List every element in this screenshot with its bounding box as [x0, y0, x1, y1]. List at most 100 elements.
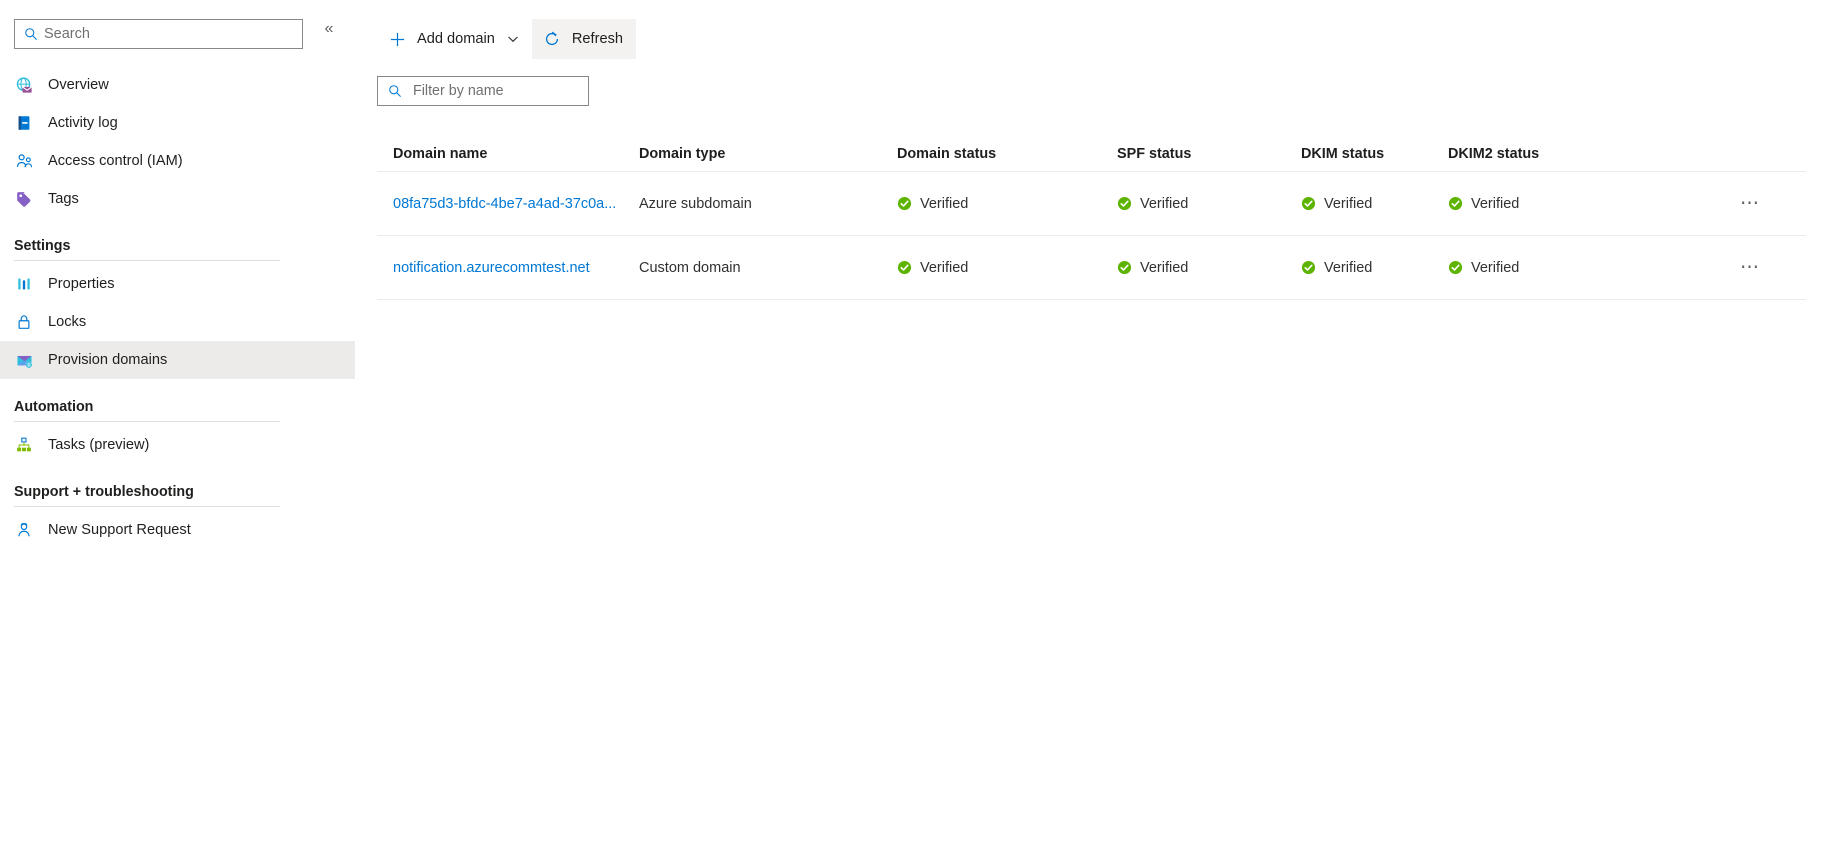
status-label: Verified — [1471, 259, 1520, 276]
cell-spf-status: Verified — [1117, 260, 1301, 276]
sidebar-item-provision-domains[interactable]: Provision domains — [0, 341, 355, 379]
cell-spf-status: Verified — [1117, 196, 1301, 212]
add-domain-label: Add domain — [417, 31, 495, 47]
column-header-dkim2-status[interactable]: DKIM2 status — [1448, 146, 1706, 162]
properties-icon — [14, 274, 34, 294]
sidebar-item-new-support-request[interactable]: New Support Request — [0, 511, 355, 549]
verified-check-icon — [1301, 196, 1316, 211]
sidebar-group-title: Support + troubleshooting — [14, 484, 194, 500]
tasks-icon — [14, 435, 34, 455]
verified-check-icon — [897, 260, 912, 275]
sidebar-item-locks[interactable]: Locks — [0, 303, 355, 341]
sidebar-item-tags[interactable]: Tags — [0, 180, 355, 218]
status-label: Verified — [920, 195, 969, 212]
search-input[interactable] — [44, 26, 274, 42]
column-header-domain-name[interactable]: Domain name — [377, 146, 639, 162]
row-context-menu-button[interactable]: ⋯ — [1734, 190, 1767, 217]
cell-dkim-status: Verified — [1301, 260, 1448, 276]
tags-icon — [14, 189, 34, 209]
chevron-down-icon[interactable] — [507, 33, 519, 45]
cell-actions: ⋯ — [1706, 254, 1806, 281]
verified-check-icon — [1117, 260, 1132, 275]
sidebar-search-row — [0, 16, 355, 52]
filter-row — [377, 76, 1828, 106]
divider — [14, 506, 280, 507]
sidebar-item-label: New Support Request — [48, 522, 191, 538]
azure-portal-page: « Overview — [0, 0, 1828, 860]
sidebar-item-tasks[interactable]: Tasks (preview) — [0, 426, 355, 464]
sidebar-item-label: Properties — [48, 276, 115, 292]
column-header-dkim-status[interactable]: DKIM status — [1301, 146, 1448, 162]
refresh-icon — [542, 29, 562, 49]
verified-check-icon — [1448, 260, 1463, 275]
provision-domains-icon — [14, 350, 34, 370]
cell-domain-status: Verified — [897, 260, 1117, 276]
sidebar-collapse-button[interactable]: « — [318, 18, 340, 40]
status-label: Verified — [920, 259, 969, 276]
overview-icon — [14, 75, 34, 95]
column-header-spf-status[interactable]: SPF status — [1117, 146, 1301, 162]
search-icon — [388, 84, 402, 98]
cell-domain-name: notification.azurecommtest.net — [377, 260, 639, 276]
sidebar-group-support: Support + troubleshooting — [0, 484, 355, 507]
status-label: Verified — [1324, 259, 1373, 276]
status-label: Verified — [1324, 195, 1373, 212]
sidebar-item-overview[interactable]: Overview — [0, 66, 355, 104]
status-label: Verified — [1140, 195, 1189, 212]
cell-domain-type: Custom domain — [639, 259, 741, 276]
sidebar-item-label: Tags — [48, 191, 79, 207]
row-context-menu-button[interactable]: ⋯ — [1734, 254, 1767, 281]
cell-dkim-status: Verified — [1301, 196, 1448, 212]
sidebar-group-automation: Automation — [0, 399, 355, 422]
column-header-domain-type[interactable]: Domain type — [639, 146, 897, 162]
cell-domain-type: Azure subdomain — [639, 195, 752, 212]
support-request-icon — [14, 520, 34, 540]
lock-icon — [14, 312, 34, 332]
filter-by-name-input[interactable] — [413, 83, 563, 99]
command-toolbar: Add domain Refresh — [377, 18, 1828, 60]
sidebar-item-properties[interactable]: Properties — [0, 265, 355, 303]
sidebar-item-access-control[interactable]: Access control (IAM) — [0, 142, 355, 180]
sidebar-item-label: Provision domains — [48, 352, 168, 368]
left-navigation-sidebar: « Overview — [0, 0, 355, 860]
search-icon — [24, 27, 38, 41]
verified-check-icon — [1448, 196, 1463, 211]
cell-actions: ⋯ — [1706, 190, 1806, 217]
status-label: Verified — [1471, 195, 1520, 212]
sidebar-group-title: Automation — [14, 399, 94, 415]
column-header-domain-status[interactable]: Domain status — [897, 146, 1117, 162]
activity-log-icon — [14, 113, 34, 133]
verified-check-icon — [897, 196, 912, 211]
table-row[interactable]: 08fa75d3-bfdc-4be7-a4ad-37c0a... Azure s… — [377, 172, 1806, 236]
cell-domain-status: Verified — [897, 196, 1117, 212]
domain-name-link[interactable]: 08fa75d3-bfdc-4be7-a4ad-37c0a... — [393, 196, 616, 212]
table-row[interactable]: notification.azurecommtest.net Custom do… — [377, 236, 1806, 300]
search-box[interactable] — [14, 19, 303, 49]
domain-name-link[interactable]: notification.azurecommtest.net — [393, 260, 590, 276]
table-header-row: Domain name Domain type Domain status SP… — [377, 136, 1806, 172]
sidebar-item-label: Locks — [48, 314, 87, 330]
domains-table: Domain name Domain type Domain status SP… — [377, 136, 1806, 300]
verified-check-icon — [1301, 260, 1316, 275]
sidebar-item-activity-log[interactable]: Activity log — [0, 104, 355, 142]
cell-dkim2-status: Verified — [1448, 196, 1706, 212]
cell-domain-name: 08fa75d3-bfdc-4be7-a4ad-37c0a... — [377, 196, 639, 212]
sidebar-item-label: Tasks (preview) — [48, 437, 150, 453]
sidebar-item-label: Overview — [48, 77, 109, 93]
filter-box[interactable] — [377, 76, 589, 106]
divider — [14, 260, 280, 261]
sidebar-group-title: Settings — [14, 238, 71, 254]
plus-icon — [387, 29, 407, 49]
access-control-icon — [14, 151, 34, 171]
refresh-button[interactable]: Refresh — [531, 19, 636, 59]
sidebar-item-label: Access control (IAM) — [48, 153, 183, 169]
main-content: Add domain Refresh Filter by name Domain… — [355, 0, 1828, 860]
cell-dkim2-status: Verified — [1448, 260, 1706, 276]
sidebar-item-label: Activity log — [48, 115, 118, 131]
status-label: Verified — [1140, 259, 1189, 276]
refresh-label: Refresh — [571, 31, 623, 47]
add-domain-button[interactable]: Add domain — [377, 19, 532, 59]
verified-check-icon — [1117, 196, 1132, 211]
divider — [14, 421, 280, 422]
sidebar-group-settings: Settings — [0, 238, 355, 261]
